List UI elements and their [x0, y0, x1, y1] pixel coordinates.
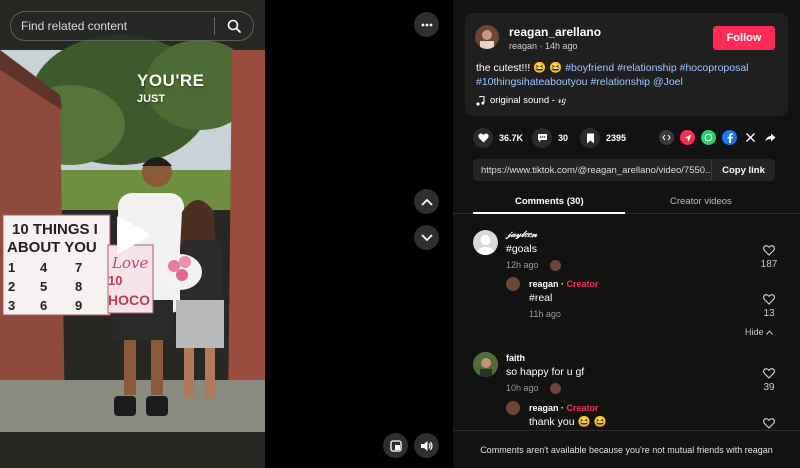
- tab-comments[interactable]: Comments (30): [515, 196, 584, 207]
- commenter-name[interactable]: 𝒿𝒶𝓎𝓁𝑒𝑒𝓃: [506, 230, 537, 240]
- comment-count: 30: [558, 133, 569, 143]
- svg-text:10: 10: [108, 273, 122, 288]
- search-related-bar[interactable]: [10, 11, 254, 41]
- hashtag-link[interactable]: #relationship: [590, 76, 650, 88]
- video-nav-area: [265, 0, 453, 468]
- comment-like-icon[interactable]: [763, 245, 775, 256]
- share-arrow-icon[interactable]: [763, 130, 778, 145]
- comments-unavailable-notice: Comments aren't available because you're…: [453, 430, 800, 468]
- comments-list: 𝒿𝒶𝓎𝓁𝑒𝑒𝓃 #goals 12h ago 187 reagan · Crea…: [453, 222, 800, 430]
- facebook-icon[interactable]: [722, 130, 737, 145]
- play-icon[interactable]: [113, 215, 151, 255]
- details-panel: reagan_arellano reagan · 14h ago Follow …: [453, 0, 800, 468]
- commenter-avatar[interactable]: [473, 352, 498, 377]
- mention-link[interactable]: @Joel: [653, 76, 683, 88]
- active-tab-indicator: [473, 212, 625, 214]
- save-count: 2395: [606, 133, 627, 143]
- svg-text:ABOUT YOU: ABOUT YOU: [7, 239, 97, 256]
- music-note-icon: [476, 95, 485, 106]
- svg-text:7: 7: [75, 260, 82, 275]
- commenter-name[interactable]: faith: [506, 353, 525, 363]
- comment-time: 10h ago: [506, 383, 539, 393]
- video-caption: the cutest!!! 😆 😆 #boyfriend #relationsh…: [476, 61, 776, 89]
- copy-link-button[interactable]: Copy link: [711, 159, 775, 181]
- like-action[interactable]: 36.7K: [473, 128, 523, 148]
- embed-code-icon[interactable]: [659, 130, 674, 145]
- chevron-up-icon: [766, 330, 773, 335]
- author-username[interactable]: reagan_arellano: [509, 25, 601, 39]
- reply-like-count: 13: [763, 308, 775, 319]
- creator-liked-avatar: [550, 383, 561, 394]
- floating-player-icon[interactable]: [383, 433, 408, 458]
- save-action[interactable]: 2395: [580, 128, 626, 148]
- original-sound-link[interactable]: original sound - 𝓇𝑔: [476, 95, 566, 106]
- comment-bubble-icon: [532, 128, 552, 148]
- reply-time: 11h ago: [529, 309, 561, 319]
- svg-text:1: 1: [8, 260, 15, 275]
- comment-text: #goals: [506, 243, 537, 255]
- svg-text:9: 9: [75, 298, 82, 313]
- more-options-icon[interactable]: [414, 12, 439, 37]
- volume-icon[interactable]: [414, 433, 439, 458]
- hide-replies-button[interactable]: Hide: [745, 327, 773, 337]
- comment-like-icon[interactable]: [763, 368, 775, 379]
- reply-text: #real: [529, 292, 553, 304]
- follow-button[interactable]: Follow: [713, 26, 775, 50]
- hashtag-link[interactable]: #10thingsihateaboutyou: [476, 76, 588, 88]
- author-avatar[interactable]: [475, 25, 499, 49]
- comments-tab-bar: Comments (30) Creator videos: [453, 190, 800, 214]
- comment-like-count: 187: [760, 259, 778, 270]
- comment-text: so happy for u gf: [506, 366, 585, 378]
- reply-author[interactable]: reagan · Creator: [529, 403, 599, 413]
- previous-video-chevron-up-icon[interactable]: [414, 189, 439, 214]
- creator-badge: Creator: [566, 279, 599, 289]
- author-subline: reagan · 14h ago: [509, 41, 578, 51]
- svg-text:6: 6: [40, 298, 47, 313]
- commenter-avatar[interactable]: [473, 230, 498, 255]
- search-divider: [214, 17, 215, 35]
- svg-text:10 THINGS I: 10 THINGS I: [12, 221, 98, 238]
- video-overlay-subtext: JUST: [137, 93, 166, 105]
- reply-like-icon[interactable]: [763, 418, 775, 429]
- sound-name: original sound - 𝓇𝑔: [490, 95, 567, 106]
- like-count: 36.7K: [499, 133, 524, 143]
- heart-icon: [473, 128, 493, 148]
- reply-avatar[interactable]: [506, 401, 520, 415]
- svg-text:5: 5: [40, 279, 47, 294]
- svg-text:2: 2: [8, 279, 15, 294]
- svg-text:4: 4: [40, 260, 48, 275]
- x-twitter-icon[interactable]: [743, 130, 758, 145]
- reply-avatar[interactable]: [506, 277, 520, 291]
- share-link-field[interactable]: https://www.tiktok.com/@reagan_arellano/…: [473, 159, 775, 181]
- video-overlay-text: YOU'RE: [137, 71, 205, 90]
- svg-text:3: 3: [8, 298, 15, 313]
- hashtag-link[interactable]: #boyfriend: [565, 62, 614, 74]
- creator-badge: Creator: [566, 403, 599, 413]
- reply-author[interactable]: reagan · Creator: [529, 279, 599, 289]
- share-url[interactable]: https://www.tiktok.com/@reagan_arellano/…: [481, 165, 711, 176]
- svg-text:8: 8: [75, 279, 82, 294]
- svg-text:HOCO: HOCO: [108, 292, 150, 308]
- comment-time: 12h ago: [506, 260, 539, 270]
- reply-text: thank you 😆 😆: [529, 416, 607, 428]
- video-info-card: reagan_arellano reagan · 14h ago Follow …: [465, 13, 788, 116]
- tiktok-video-page: 10 THINGS I ABOUT YOU 1 4 7 2 5 8 3 6 9 Love 1…: [0, 0, 800, 468]
- hashtag-link[interactable]: #hocoproposal: [680, 62, 749, 74]
- comment-like-count: 39: [763, 382, 775, 393]
- search-icon[interactable]: [223, 15, 245, 37]
- action-bar: 36.7K 30 2395: [473, 128, 793, 150]
- bookmark-icon: [580, 128, 600, 148]
- reply-like-icon[interactable]: [763, 294, 775, 305]
- next-video-chevron-down-icon[interactable]: [414, 225, 439, 250]
- hashtag-link[interactable]: #relationship: [617, 62, 677, 74]
- tab-creator-videos[interactable]: Creator videos: [670, 196, 732, 207]
- comment-action[interactable]: 30: [532, 128, 568, 148]
- search-input[interactable]: [21, 19, 214, 33]
- caption-text: the cutest!!! 😆 😆: [476, 62, 563, 74]
- send-to-friends-icon[interactable]: [680, 130, 695, 145]
- video-player[interactable]: 10 THINGS I ABOUT YOU 1 4 7 2 5 8 3 6 9 Love 1…: [0, 0, 265, 468]
- svg-text:Love: Love: [111, 254, 148, 272]
- creator-liked-avatar: [550, 260, 561, 271]
- whatsapp-icon[interactable]: [701, 130, 716, 145]
